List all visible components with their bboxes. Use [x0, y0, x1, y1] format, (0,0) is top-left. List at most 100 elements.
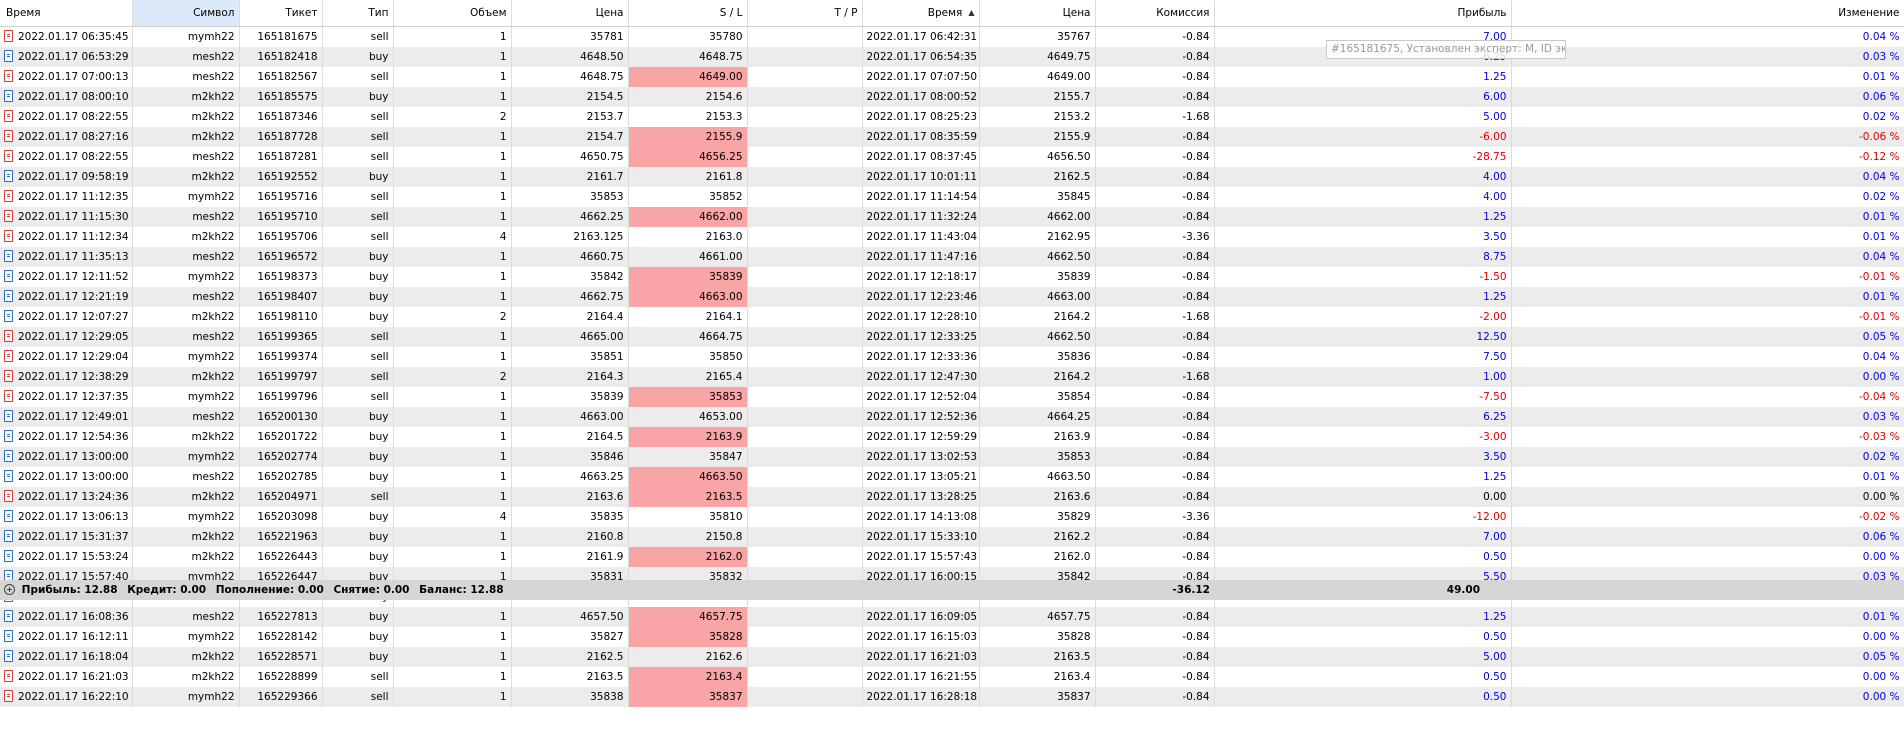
table-row[interactable]: 2022.01.17 12:29:04 mymh22 165199374 sell 1 3… — [0, 346, 1904, 367]
row-change: 0.00 % — [1511, 546, 1904, 567]
table-row[interactable]: 2022.01.17 12:49:01 mesh22 165200130 buy 1 46… — [0, 406, 1904, 427]
row-volume: 1 — [393, 126, 512, 147]
row-open-time: 2022.01.17 13:06:13 — [0, 506, 133, 527]
sell-deal-icon — [4, 489, 13, 502]
row-symbol: m2kh22 — [132, 486, 240, 507]
row-change: -0.12 % — [1511, 146, 1904, 167]
column-header-close-time[interactable]: Время ▲ — [862, 0, 980, 27]
column-header-commission[interactable]: Комиссия — [1095, 0, 1215, 27]
row-take-profit — [747, 186, 863, 207]
row-open-price: 4663.25 — [511, 466, 629, 487]
table-row[interactable]: 2022.01.17 07:00:13 mesh22 165182567 sell 1 4… — [0, 66, 1904, 87]
row-type: sell — [322, 126, 394, 147]
table-row[interactable]: 2022.01.17 13:00:00 mymh22 165202774 buy 1 35… — [0, 446, 1904, 467]
table-row[interactable]: 2022.01.17 12:21:19 mesh22 165198407 buy 1 46… — [0, 286, 1904, 307]
table-row[interactable]: 2022.01.17 12:07:27 m2kh22 165198110 buy 2 21… — [0, 306, 1904, 327]
row-type: sell — [322, 206, 394, 227]
table-row[interactable]: 2022.01.17 16:21:03 m2kh22 165228899 sell 1 2… — [0, 666, 1904, 687]
expand-plus-icon[interactable] — [4, 584, 15, 595]
row-close-time: 2022.01.17 14:13:08 — [862, 506, 980, 527]
column-header-price[interactable]: Цена — [511, 0, 629, 27]
row-open-time: 2022.01.17 12:11:52 — [0, 266, 133, 287]
row-type: buy — [322, 406, 394, 427]
row-type: buy — [322, 506, 394, 527]
row-commission: -0.84 — [1095, 426, 1215, 447]
table-row[interactable]: 2022.01.17 12:29:05 mesh22 165199365 sell 1 4… — [0, 326, 1904, 347]
row-stop-loss: 2163.4 — [628, 666, 748, 687]
row-commission: -1.68 — [1095, 366, 1215, 387]
column-header-volume[interactable]: Объем — [393, 0, 512, 27]
row-change: 0.02 % — [1511, 446, 1904, 467]
row-commission: -0.84 — [1095, 546, 1215, 567]
buy-deal-icon — [4, 469, 13, 482]
table-row[interactable]: 2022.01.17 16:08:36 mesh22 165227813 buy 1 46… — [0, 606, 1904, 627]
row-commission: -0.84 — [1095, 166, 1215, 187]
table-row[interactable]: 2022.01.17 13:06:13 mymh22 165203098 buy 4 35… — [0, 506, 1904, 527]
table-row[interactable]: 2022.01.17 12:11:52 mymh22 165198373 buy 1 35… — [0, 266, 1904, 287]
table-row[interactable]: 2022.01.17 08:22:55 m2kh22 165187346 sell 2 2… — [0, 106, 1904, 127]
table-row[interactable]: 2022.01.17 16:18:04 m2kh22 165228571 buy 1 21… — [0, 646, 1904, 667]
column-header-symbol[interactable]: Символ — [132, 0, 240, 27]
row-stop-loss: 2153.3 — [628, 106, 748, 127]
summary-withdrawal: Снятие: 0.00 — [333, 584, 410, 596]
row-volume: 2 — [393, 366, 512, 387]
table-row[interactable]: 2022.01.17 11:12:35 mymh22 165195716 sell 1 3… — [0, 186, 1904, 207]
row-ticket: 165181675 — [239, 26, 323, 47]
table-row[interactable]: 2022.01.17 08:00:10 m2kh22 165185575 buy 1 21… — [0, 86, 1904, 107]
table-row[interactable]: 2022.01.17 11:12:34 m2kh22 165195706 sell 4 2… — [0, 226, 1904, 247]
row-open-time: 2022.01.17 08:22:55 — [0, 106, 133, 127]
row-symbol: mesh22 — [132, 466, 240, 487]
row-type: buy — [322, 46, 394, 67]
table-row[interactable]: 2022.01.17 11:35:13 mesh22 165196572 buy 1 46… — [0, 246, 1904, 267]
column-header-open-time[interactable]: Время — [0, 0, 133, 27]
table-row[interactable]: 2022.01.17 13:00:00 mesh22 165202785 buy 1 46… — [0, 466, 1904, 487]
table-row[interactable]: 2022.01.17 08:27:16 m2kh22 165187728 sell 1 2… — [0, 126, 1904, 147]
row-symbol: m2kh22 — [132, 166, 240, 187]
column-header-sl[interactable]: S / L — [628, 0, 748, 27]
row-open-time-text: 2022.01.17 16:12:11 — [18, 630, 129, 643]
column-header-change[interactable]: Изменение — [1511, 0, 1904, 27]
column-header-type[interactable]: Тип — [322, 0, 394, 27]
row-ticket: 165200130 — [239, 406, 323, 427]
table-row[interactable]: 2022.01.17 09:58:19 m2kh22 165192552 buy 1 21… — [0, 166, 1904, 187]
table-row[interactable]: 2022.01.17 13:24:36 m2kh22 165204971 sell 1 2… — [0, 486, 1904, 507]
row-close-time: 2022.01.17 08:00:52 — [862, 86, 980, 107]
column-header-ticket[interactable]: Тикет — [239, 0, 323, 27]
column-header-profit[interactable]: Прибыль — [1214, 0, 1512, 27]
table-row[interactable]: 2022.01.17 16:22:10 mymh22 165229366 sell 1 3… — [0, 686, 1904, 707]
row-commission: -0.84 — [1095, 646, 1215, 667]
row-close-price: 2163.9 — [979, 426, 1096, 447]
row-stop-loss: 2163.9 — [628, 426, 748, 447]
row-open-price: 2154.5 — [511, 86, 629, 107]
row-take-profit — [747, 106, 863, 127]
row-type: sell — [322, 486, 394, 507]
row-open-time: 2022.01.17 12:29:04 — [0, 346, 133, 367]
row-open-price: 35827 — [511, 626, 629, 647]
table-row[interactable]: 2022.01.17 06:35:45 mymh22 165181675 sell 1 3… — [0, 26, 1904, 47]
table-row[interactable]: 2022.01.17 15:53:24 m2kh22 165226443 buy 1 21… — [0, 546, 1904, 567]
row-type: sell — [322, 146, 394, 167]
row-open-time: 2022.01.17 11:12:34 — [0, 226, 133, 247]
table-row[interactable]: 2022.01.17 12:38:29 m2kh22 165199797 sell 2 2… — [0, 366, 1904, 387]
row-open-time-text: 2022.01.17 13:24:36 — [18, 490, 129, 503]
table-row[interactable]: 2022.01.17 08:22:55 mesh22 165187281 sell 1 4… — [0, 146, 1904, 167]
row-close-time: 2022.01.17 06:42:31 — [862, 26, 980, 47]
table-row[interactable]: 2022.01.17 12:54:36 m2kh22 165201722 buy 1 21… — [0, 426, 1904, 447]
table-row[interactable]: 2022.01.17 11:15:30 mesh22 165195710 sell 1 4… — [0, 206, 1904, 227]
column-header-tp[interactable]: T / P — [747, 0, 863, 27]
row-open-price: 2163.125 — [511, 226, 629, 247]
table-row[interactable]: 2022.01.17 15:31:37 m2kh22 165221963 buy 1 21… — [0, 526, 1904, 547]
row-ticket: 165202774 — [239, 446, 323, 467]
row-open-time-text: 2022.01.17 09:58:19 — [18, 170, 129, 183]
row-symbol: m2kh22 — [132, 86, 240, 107]
table-row[interactable]: 2022.01.17 12:37:35 mymh22 165199796 sell 1 3… — [0, 386, 1904, 407]
table-row[interactable]: 2022.01.17 16:12:11 mymh22 165228142 buy 1 35… — [0, 626, 1904, 647]
row-type: sell — [322, 326, 394, 347]
row-change: 0.00 % — [1511, 686, 1904, 707]
table-row[interactable]: 2022.01.17 06:53:29 mesh22 165182418 buy 1 46… — [0, 46, 1904, 67]
column-header-close-price[interactable]: Цена — [979, 0, 1096, 27]
summary-profit-total: 49.00 — [1446, 584, 1480, 596]
row-stop-loss: 2164.1 — [628, 306, 748, 327]
summary-balance: Баланс: 12.88 — [419, 584, 504, 596]
buy-deal-icon — [4, 249, 13, 262]
